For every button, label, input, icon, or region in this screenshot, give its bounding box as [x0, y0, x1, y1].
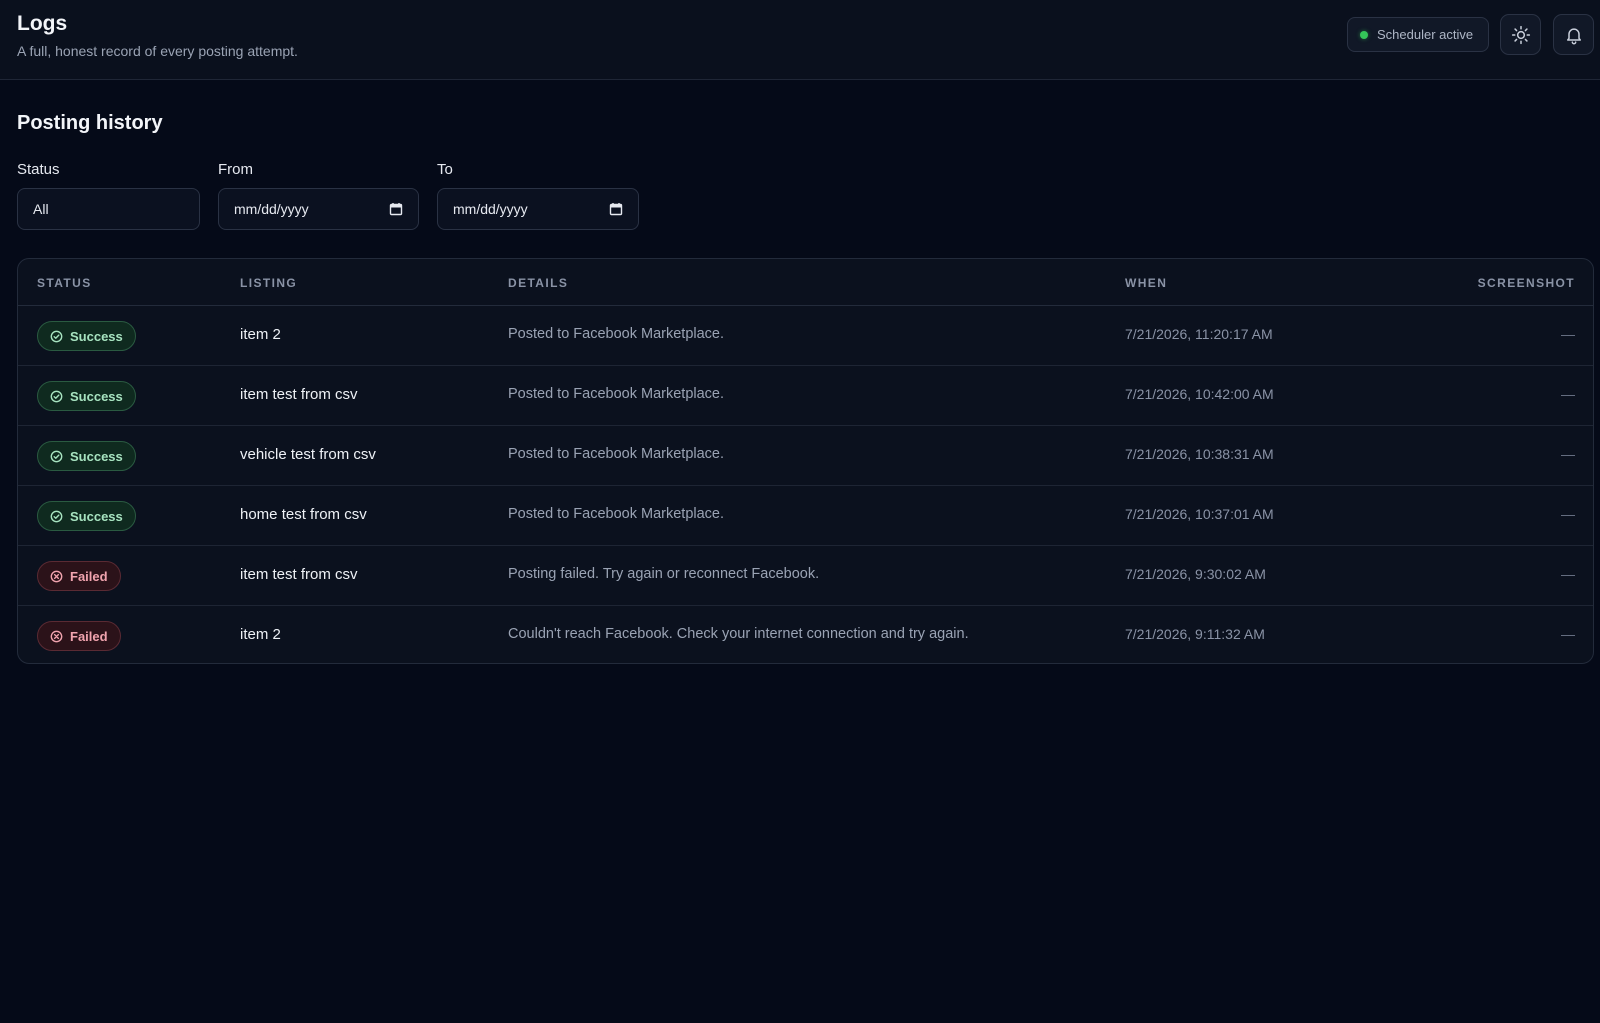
status-badge: Success [37, 501, 136, 531]
column-header-status: STATUS [37, 276, 92, 290]
table-row[interactable]: Failed item 2 Couldn't reach Facebook. Che… [18, 606, 1593, 663]
screenshot-placeholder: — [1561, 446, 1575, 462]
sun-icon [1511, 25, 1530, 44]
x-circle-icon [50, 630, 63, 642]
status-badge: Success [37, 441, 136, 471]
listing-name: home test from csv [240, 506, 367, 523]
status-badge-label: Failed [70, 628, 108, 644]
screenshot-placeholder: — [1561, 386, 1575, 402]
status-badge: Success [37, 381, 136, 411]
table-row[interactable]: Failed item test from csv Posting failed. … [18, 546, 1593, 606]
check-circle-icon [50, 390, 63, 402]
page-subtitle: A full, honest record of every posting a… [17, 43, 298, 59]
check-circle-icon [50, 510, 63, 522]
listing-name: item 2 [240, 326, 281, 343]
screenshot-placeholder: — [1561, 506, 1575, 522]
posting-history-table: STATUS LISTING DETAILS WHEN SCREENSHOT S… [17, 258, 1594, 664]
log-timestamp: 7/21/2026, 9:11:32 AM [1125, 626, 1265, 642]
listing-name: vehicle test from csv [240, 446, 376, 463]
scheduler-status-badge[interactable]: Scheduler active [1347, 17, 1489, 52]
status-dot-icon [1360, 30, 1368, 39]
log-details: Posted to Facebook Marketplace. [508, 326, 725, 342]
to-date-placeholder: mm/dd/yyyy [453, 201, 528, 217]
log-timestamp: 7/21/2026, 10:42:00 AM [1125, 386, 1274, 402]
section-title: Posting history [17, 112, 163, 134]
log-details: Posting failed. Try again or reconnect F… [508, 566, 820, 582]
check-circle-icon [50, 330, 63, 342]
x-circle-icon [50, 570, 63, 582]
log-timestamp: 7/21/2026, 10:38:31 AM [1125, 446, 1274, 462]
log-timestamp: 7/21/2026, 10:37:01 AM [1125, 506, 1274, 522]
status-badge-label: Failed [70, 568, 108, 584]
log-details: Couldn't reach Facebook. Check your inte… [508, 626, 969, 642]
status-filter-value: All [33, 201, 49, 217]
bell-icon [1566, 27, 1581, 44]
from-date-placeholder: mm/dd/yyyy [234, 201, 309, 217]
status-badge-label: Success [70, 508, 123, 524]
column-header-when: WHEN [1125, 276, 1168, 290]
screenshot-placeholder: — [1561, 566, 1575, 582]
page-title: Logs [17, 12, 68, 35]
status-badge-label: Success [70, 448, 123, 464]
column-header-details: DETAILS [508, 276, 569, 290]
status-badge: Failed [37, 621, 121, 651]
listing-name: item test from csv [240, 566, 358, 583]
status-filter-select[interactable]: All [17, 188, 200, 230]
screenshot-placeholder: — [1561, 326, 1575, 342]
notifications-button[interactable] [1553, 14, 1594, 55]
theme-toggle-button[interactable] [1500, 14, 1541, 55]
table-header: STATUS LISTING DETAILS WHEN SCREENSHOT [18, 259, 1593, 306]
status-badge-label: Success [70, 388, 123, 404]
calendar-icon[interactable] [389, 202, 403, 216]
column-header-screenshot: SCREENSHOT [1477, 276, 1575, 290]
log-timestamp: 7/21/2026, 11:20:17 AM [1125, 326, 1273, 342]
screenshot-placeholder: — [1561, 626, 1575, 642]
to-date-label: To [437, 161, 453, 178]
page-header: Logs A full, honest record of every post… [0, 0, 1600, 80]
to-date-input[interactable]: mm/dd/yyyy [437, 188, 639, 230]
log-details: Posted to Facebook Marketplace. [508, 386, 725, 402]
log-details: Posted to Facebook Marketplace. [508, 446, 725, 462]
table-row[interactable]: Success home test from csv Posted to Faceb… [18, 486, 1593, 546]
from-date-input[interactable]: mm/dd/yyyy [218, 188, 419, 230]
status-badge: Failed [37, 561, 121, 591]
status-badge-label: Success [70, 328, 123, 344]
from-date-label: From [218, 161, 253, 178]
status-badge: Success [37, 321, 136, 351]
scheduler-label: Scheduler active [1377, 27, 1474, 42]
column-header-listing: LISTING [240, 276, 298, 290]
table-row[interactable]: Success item test from csv Posted to Faceb… [18, 366, 1593, 426]
listing-name: item 2 [240, 626, 281, 643]
listing-name: item test from csv [240, 386, 358, 403]
table-row[interactable]: Success item 2 Posted to Facebook Marketpl… [18, 306, 1593, 366]
table-row[interactable]: Success vehicle test from csv Posted to Fa… [18, 426, 1593, 486]
status-filter-label: Status [17, 161, 60, 178]
check-circle-icon [50, 450, 63, 462]
log-timestamp: 7/21/2026, 9:30:02 AM [1125, 566, 1266, 582]
log-details: Posted to Facebook Marketplace. [508, 506, 725, 522]
calendar-icon[interactable] [609, 202, 623, 216]
